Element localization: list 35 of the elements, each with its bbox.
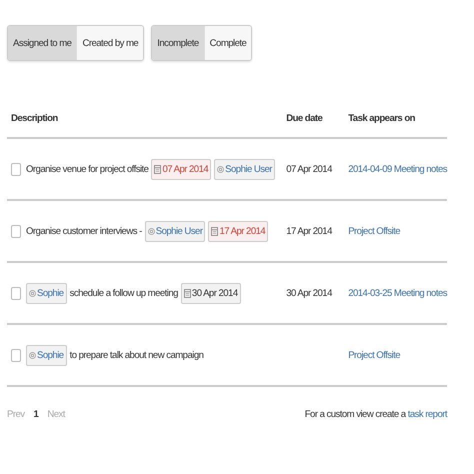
task-checkbox[interactable]: [11, 348, 21, 362]
date-lozenge: 17 Apr 2014: [208, 220, 268, 242]
date-lozenge: 07 Apr 2014: [151, 158, 212, 180]
user-mention[interactable]: Sophie User: [214, 158, 275, 180]
page-link[interactable]: 2014-03-25 Meeting notes: [348, 288, 447, 298]
task-checkbox[interactable]: [11, 162, 21, 176]
user-mention[interactable]: Sophie: [26, 282, 67, 304]
calendar-icon: [154, 164, 162, 174]
user-mention[interactable]: Sophie: [26, 344, 67, 366]
task-text: schedule a follow up meeting: [70, 288, 178, 298]
filter-button[interactable]: Complete: [204, 26, 252, 60]
page-link[interactable]: Project Offsite: [348, 350, 400, 360]
page-link[interactable]: Project Offsite: [348, 226, 400, 236]
task-report-link[interactable]: task report: [408, 409, 447, 420]
calendar-icon: [211, 226, 218, 236]
task-text: to prepare talk about new campaign: [70, 350, 204, 360]
filter-button[interactable]: Incomplete: [152, 26, 204, 60]
filter-button[interactable]: Created by me: [76, 26, 144, 60]
user-mention[interactable]: Sophie User: [144, 220, 206, 242]
footer-text: For a custom view create a: [304, 409, 406, 420]
task-checkbox[interactable]: [11, 224, 21, 238]
calendar-icon: [184, 288, 191, 298]
due-date: 30 Apr 2014: [286, 288, 332, 298]
page-link[interactable]: 2014-04-09 Meeting notes: [348, 164, 447, 174]
column-header: Task appears on: [348, 113, 415, 124]
task-text: Organise customer interviews -: [26, 226, 142, 236]
task-checkbox[interactable]: [11, 286, 21, 300]
column-header: Due date: [286, 113, 322, 124]
due-date: 17 Apr 2014: [286, 226, 332, 236]
task-text: Organise venue for project offsite: [26, 164, 148, 174]
page-number[interactable]: 1: [34, 409, 38, 420]
filter-button[interactable]: Assigned to me: [8, 26, 76, 60]
due-date: 07 Apr 2014: [286, 164, 332, 174]
column-header: Description: [11, 113, 58, 124]
date-lozenge: 30 Apr 2014: [180, 282, 241, 304]
